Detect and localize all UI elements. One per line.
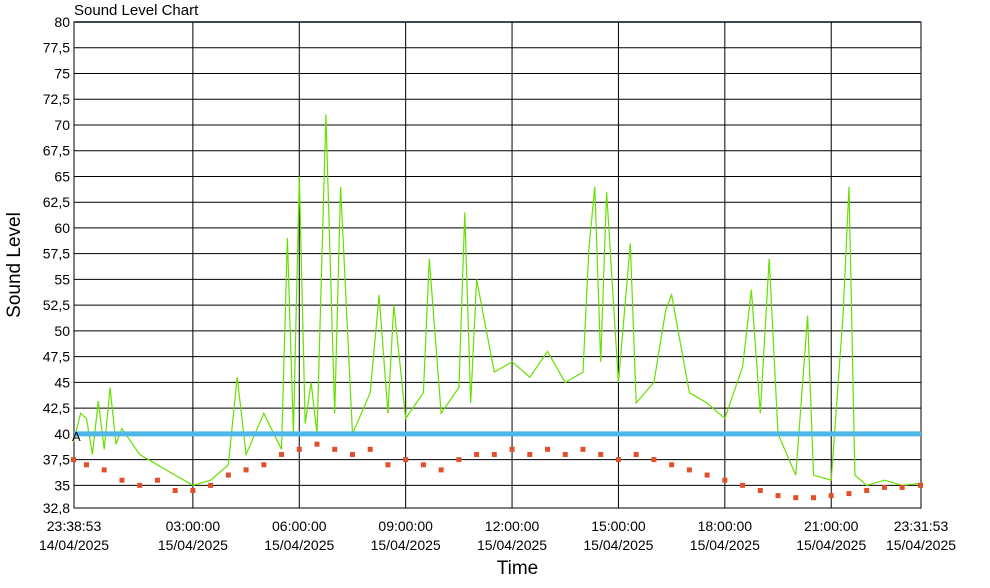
series-marker [137, 482, 143, 488]
x-tick-date: 15/04/2025 [477, 537, 547, 553]
series-marker [385, 462, 391, 468]
threshold-label: A [72, 429, 81, 444]
y-axis-label: Sound Level [4, 212, 25, 318]
series-marker [810, 495, 816, 501]
series-marker [367, 446, 373, 452]
x-tick-date: 14/04/2025 [39, 537, 109, 553]
series-marker [491, 451, 497, 457]
y-tick-label: 75 [54, 65, 70, 81]
series-marker [208, 482, 214, 488]
x-tick-time: 18:00:00 [698, 518, 753, 534]
series-marker [172, 487, 178, 493]
series-marker [349, 451, 355, 457]
series-marker [775, 493, 781, 499]
series-marker [70, 457, 76, 463]
x-axis-label: Time [497, 558, 539, 579]
y-tick-label: 47,5 [43, 349, 70, 365]
x-tick-date: 15/04/2025 [690, 537, 760, 553]
y-tick-label: 72,5 [43, 91, 70, 107]
series-marker [899, 484, 905, 490]
series-marker [296, 446, 302, 452]
series-marker [420, 462, 426, 468]
y-tick-label: 45 [54, 374, 70, 390]
series-marker [545, 446, 551, 452]
x-tick-date: 15/04/2025 [371, 537, 441, 553]
series-marker [279, 451, 285, 457]
series-marker [438, 467, 444, 473]
x-tick-time: 03:00:00 [166, 518, 221, 534]
y-tick-label: 65 [54, 168, 70, 184]
series-marker [154, 477, 160, 483]
x-tick-date: 15/04/2025 [796, 537, 866, 553]
series-marker [598, 451, 604, 457]
y-tick-label: 67,5 [43, 143, 70, 159]
series-marker [757, 487, 763, 493]
series-marker [846, 491, 852, 497]
series-marker [615, 457, 621, 463]
series-marker [864, 487, 870, 493]
y-tick-label: 42,5 [43, 400, 70, 416]
series-marker [243, 467, 249, 473]
sound-level-chart: 80 77,5 75 72,5 70 67,5 65 62,5 60 57,5 55 52,5 50 47… [4, 14, 956, 579]
series-marker [580, 446, 586, 452]
x-tick-time: 23:31:53 [894, 518, 949, 534]
x-tick-date: 15/04/2025 [886, 537, 956, 553]
series-marker [225, 472, 231, 478]
x-tick-time: 15:00:00 [591, 518, 646, 534]
series-marker [456, 457, 462, 463]
series-marker [686, 467, 692, 473]
series-marker [651, 457, 657, 463]
series-marker [704, 472, 710, 478]
series-marker [669, 462, 675, 468]
series-marker [474, 451, 480, 457]
y-tick-label: 57,5 [43, 246, 70, 262]
series-marker [119, 477, 125, 483]
y-tick-label: 37,5 [43, 452, 70, 468]
x-tick-date: 15/04/2025 [583, 537, 653, 553]
y-tick-label: 55 [54, 271, 70, 287]
series-marker [261, 462, 267, 468]
y-tick-label: 52,5 [43, 297, 70, 313]
series-marker [509, 446, 515, 452]
series-marker [722, 477, 728, 483]
x-tick-time: 09:00:00 [378, 518, 433, 534]
y-tick-label: 50 [54, 323, 70, 339]
y-tick-label: 62,5 [43, 194, 70, 210]
y-tick-label: 40 [54, 426, 70, 442]
series-marker [562, 451, 568, 457]
y-tick-label: 80 [54, 14, 70, 30]
y-tick-label: 35 [54, 477, 70, 493]
series-marker [881, 484, 887, 490]
x-tick-time: 12:00:00 [485, 518, 540, 534]
x-tick-time: 21:00:00 [804, 518, 859, 534]
y-tick-label: 70 [54, 117, 70, 133]
series-marker [633, 451, 639, 457]
x-tick-date: 15/04/2025 [264, 537, 334, 553]
x-tick-time: 23:38:53 [47, 518, 102, 534]
series-marker [403, 457, 409, 463]
series-marker [793, 495, 799, 501]
series-marker [828, 493, 834, 499]
series-marker [527, 451, 533, 457]
x-tick-date: 15/04/2025 [158, 537, 228, 553]
x-tick-time: 06:00:00 [272, 518, 327, 534]
series-marker [314, 441, 320, 447]
series-marker [917, 482, 923, 488]
y-tick-label: 32,8 [43, 500, 70, 516]
series-marker [101, 467, 107, 473]
series-marker [740, 482, 746, 488]
y-tick-label: 60 [54, 220, 70, 236]
series-marker [332, 446, 338, 452]
series-marker [190, 487, 196, 493]
series-marker [83, 462, 89, 468]
y-tick-label: 77,5 [43, 40, 70, 56]
